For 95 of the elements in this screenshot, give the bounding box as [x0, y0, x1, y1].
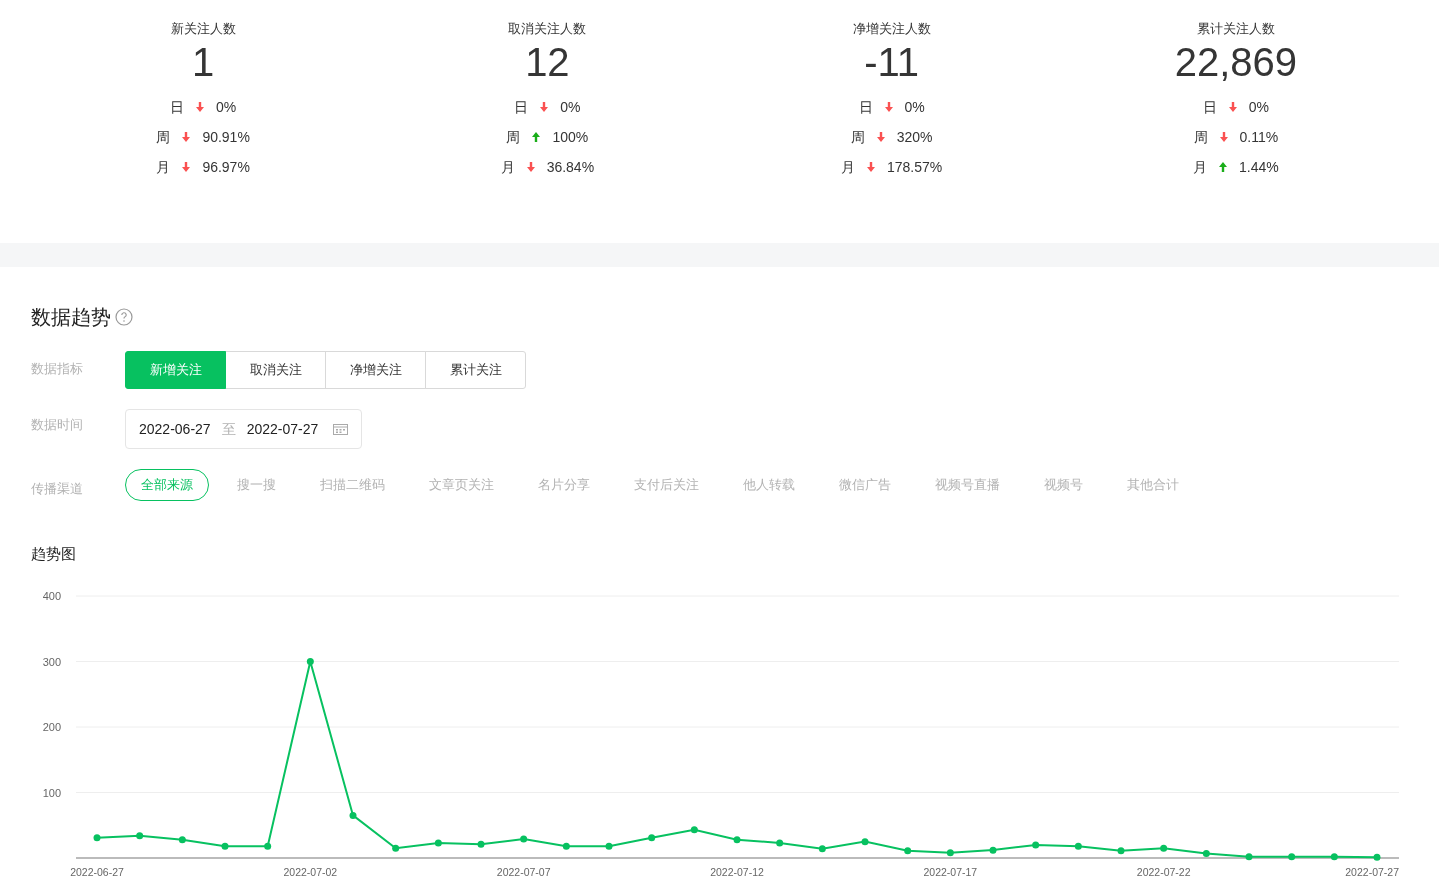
- x-axis-label: 2022-06-27: [70, 866, 124, 878]
- field-label: 数据指标: [31, 360, 84, 378]
- stat-value: 12: [525, 39, 570, 86]
- stat-label: 取消关注人数: [508, 20, 587, 38]
- data-point: [221, 842, 229, 850]
- change-value: 0%: [560, 97, 581, 117]
- channel-tab[interactable]: 视频号直播: [919, 469, 1016, 501]
- help-icon[interactable]: [115, 308, 133, 326]
- period-label: 日: [514, 97, 529, 117]
- field-label: 数据时间: [31, 416, 84, 434]
- metric-tab[interactable]: 取消关注: [225, 351, 326, 389]
- channel-tab[interactable]: 名片分享: [522, 469, 606, 501]
- change-value: 0%: [1248, 97, 1269, 117]
- data-point: [520, 835, 528, 843]
- change-value: 0%: [904, 97, 925, 117]
- data-point: [1330, 853, 1338, 861]
- change-value: 90.91%: [202, 127, 250, 147]
- x-axis-label: 2022-07-07: [496, 866, 551, 878]
- y-axis-label: 300: [42, 655, 61, 668]
- period-label: 日: [1202, 97, 1217, 117]
- data-point: [477, 840, 485, 848]
- channel-tab[interactable]: 扫描二维码: [304, 469, 401, 501]
- data-point: [776, 839, 784, 847]
- channel-tab[interactable]: 支付后关注: [618, 469, 715, 501]
- data-point: [264, 842, 272, 850]
- x-axis-label: 2022-07-22: [1136, 866, 1191, 878]
- data-point: [1245, 853, 1253, 861]
- data-point: [434, 839, 442, 847]
- period-label: 周: [1193, 127, 1208, 147]
- data-point: [904, 847, 912, 855]
- channel-tab[interactable]: 他人转载: [727, 469, 811, 501]
- y-axis-label: 100: [42, 786, 61, 799]
- data-point: [349, 811, 357, 819]
- data-point: [1074, 842, 1082, 850]
- data-point: [392, 844, 400, 852]
- change-value: 1.44%: [1239, 157, 1279, 177]
- chart-title: 趋势图: [31, 544, 77, 564]
- calendar-icon[interactable]: [333, 423, 349, 435]
- date-range-field[interactable]: 2022-06-27 至 2022-07-27: [125, 409, 363, 449]
- data-point: [136, 832, 144, 840]
- y-axis-label: 200: [42, 721, 61, 733]
- section-title: 数据趋势: [31, 305, 111, 330]
- period-label: 日: [858, 97, 873, 117]
- data-point: [1032, 841, 1040, 849]
- period-label: 周: [506, 127, 521, 147]
- change-value: 0.11%: [1239, 127, 1279, 147]
- channel-tab[interactable]: 微信广告: [823, 469, 907, 501]
- data-point: [989, 846, 997, 854]
- period-label: 周: [850, 127, 865, 147]
- data-point: [178, 836, 186, 844]
- x-axis-label: 2022-07-12: [710, 866, 764, 878]
- data-point: [562, 842, 570, 850]
- data-point: [690, 826, 698, 834]
- data-point: [1288, 853, 1296, 861]
- channel-tab[interactable]: 其他合计: [1111, 469, 1195, 501]
- data-point: [818, 845, 826, 853]
- data-point: [946, 849, 954, 857]
- channel-tab[interactable]: 文章页关注: [413, 469, 510, 501]
- data-point: [733, 836, 741, 844]
- stat-value: -11: [864, 39, 920, 86]
- data-point: [93, 834, 101, 842]
- stat-value: 1: [192, 39, 215, 86]
- change-value: 178.57%: [887, 157, 943, 177]
- metric-tab[interactable]: 新增关注: [125, 351, 226, 389]
- data-point: [648, 834, 656, 842]
- y-axis-label: 400: [42, 590, 61, 602]
- period-label: 月: [156, 157, 171, 177]
- stat-value: 22,869: [1174, 39, 1298, 86]
- change-value: 96.97%: [202, 157, 250, 177]
- x-axis-label: 2022-07-17: [923, 866, 978, 878]
- data-point: [1117, 847, 1125, 855]
- change-value: 320%: [896, 127, 933, 147]
- x-axis-label: 2022-07-27: [1345, 866, 1399, 878]
- metric-tab[interactable]: 净增关注: [325, 351, 426, 389]
- change-value: 100%: [552, 127, 589, 147]
- period-label: 月: [841, 157, 855, 177]
- period-label: 周: [156, 127, 171, 147]
- period-label: 日: [170, 97, 184, 117]
- data-point: [306, 658, 314, 665]
- data-point: [1160, 844, 1168, 852]
- stat-label: 净增关注人数: [852, 20, 931, 38]
- data-point: [1373, 853, 1381, 861]
- metric-tab[interactable]: 累计关注: [425, 351, 526, 389]
- x-axis-label: 2022-07-02: [283, 866, 338, 878]
- change-value: 36.84%: [546, 157, 595, 177]
- field-label: 传播渠道: [31, 480, 84, 499]
- data-point: [605, 842, 613, 850]
- data-point: [861, 838, 869, 846]
- period-label: 月: [500, 157, 515, 177]
- stat-label: 累计关注人数: [1196, 20, 1275, 38]
- channel-tab[interactable]: 视频号: [1028, 469, 1099, 501]
- stat-label: 新关注人数: [170, 20, 236, 38]
- change-value: 0%: [216, 97, 237, 117]
- data-point: [1202, 849, 1210, 857]
- period-label: 月: [1193, 157, 1207, 177]
